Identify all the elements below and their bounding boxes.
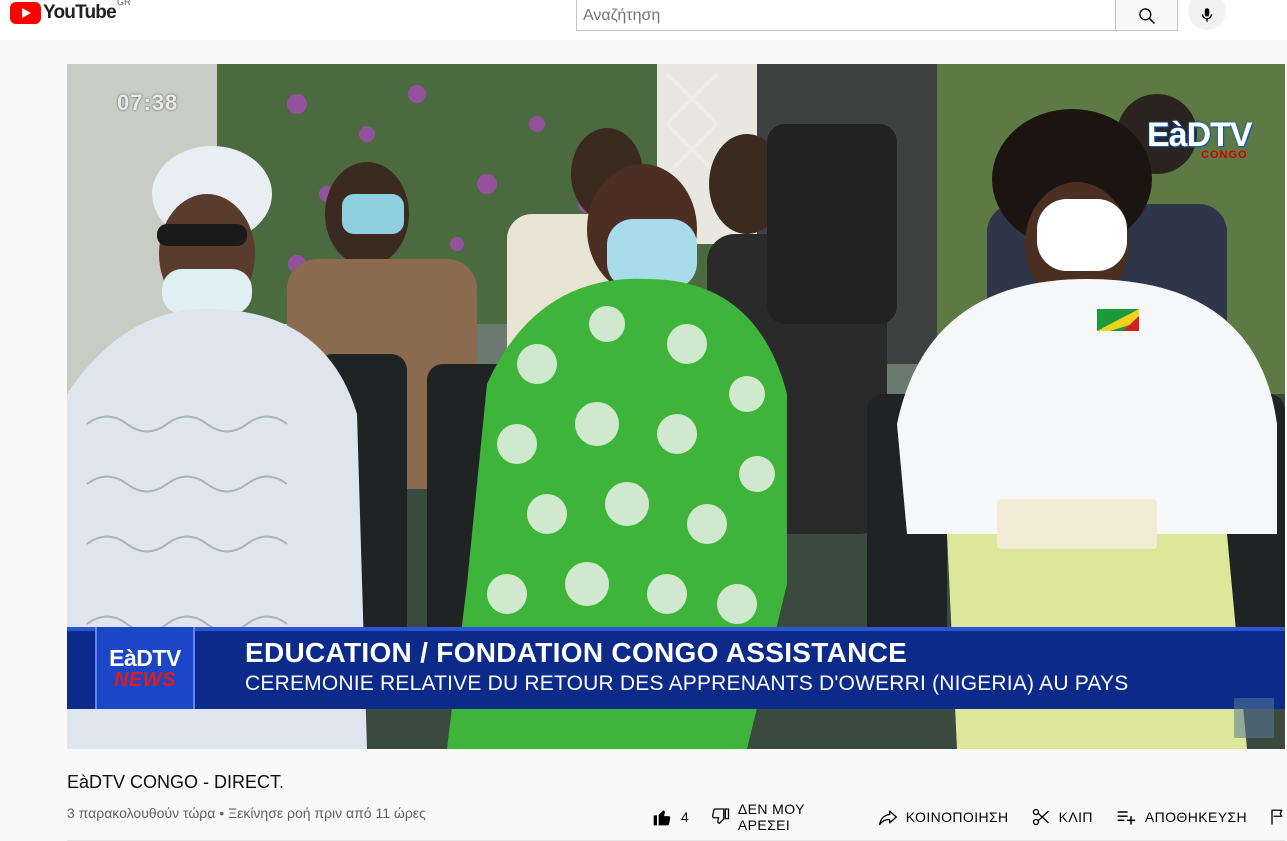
search-box — [576, 0, 1178, 31]
video-actions: 4 ΔΕΝ ΜΟΥ ΑΡΕΣΕΙ ΚΟΙΝΟΠΟΙΗΣΗ ΚΛΙΠ ΑΠΟΘΗΚ… — [652, 801, 1287, 833]
like-count: 4 — [681, 809, 689, 825]
voice-search-button[interactable] — [1188, 0, 1226, 30]
search-input[interactable] — [576, 0, 1115, 31]
news-subheadline: CEREMONIE RELATIVE DU RETOUR DES APPRENA… — [245, 672, 1129, 695]
video-player[interactable]: 07:38 EàDTV CONGO EàDTV NEWS EDUCATION /… — [67, 64, 1285, 749]
channel-branding-icon[interactable] — [1234, 698, 1274, 738]
news-brand-top: EàDTV — [109, 644, 181, 671]
region-code: GR — [117, 0, 131, 7]
thumbs-up-icon — [653, 810, 671, 826]
news-headline: EDUCATION / FONDATION CONGO ASSISTANCE — [245, 637, 908, 668]
dislike-label: ΔΕΝ ΜΟΥ ΑΡΕΣΕΙ — [737, 801, 805, 833]
scissors-icon — [1032, 808, 1049, 826]
video-meta: 3 παρακολουθούν τώρα • Ξεκίνησε ροή πριν… — [67, 805, 426, 821]
flag-icon — [1271, 809, 1283, 825]
youtube-logo[interactable]: YouTube GR — [10, 0, 131, 26]
channel-watermark: EàDTV CONGO — [1147, 116, 1253, 161]
save-label: ΑΠΟΘΗΚΕΥΣΗ — [1144, 809, 1247, 825]
clip-button[interactable]: ΚΛΙΠ — [1031, 807, 1093, 827]
report-button[interactable] — [1269, 807, 1287, 827]
youtube-play-icon — [10, 2, 41, 24]
clip-label: ΚΛΙΠ — [1058, 809, 1093, 825]
like-button[interactable]: 4 — [652, 807, 689, 827]
logo-text: YouTube — [43, 2, 117, 23]
video-timestamp: 07:38 — [117, 90, 179, 115]
thumbs-down-icon — [711, 808, 729, 825]
masthead: YouTube GR — [0, 0, 1287, 40]
dislike-button[interactable]: ΔΕΝ ΜΟΥ ΑΡΕΣΕΙ — [711, 801, 855, 833]
news-lower-third: EàDTV NEWS EDUCATION / FONDATION CONGO A… — [67, 627, 1285, 709]
search-icon — [1138, 7, 1155, 24]
video-title: EàDTV CONGO - DIRECT. — [67, 772, 285, 792]
news-brand-box: EàDTV NEWS — [95, 627, 195, 709]
share-icon — [878, 810, 897, 826]
search-button[interactable] — [1115, 0, 1178, 31]
add-to-playlist-icon — [1117, 811, 1136, 825]
microphone-icon — [1201, 8, 1213, 22]
save-button[interactable]: ΑΠΟΘΗΚΕΥΣΗ — [1115, 807, 1247, 827]
share-button[interactable]: ΚΟΙΝΟΠΟΙΗΣΗ — [877, 807, 1009, 827]
news-brand-bottom: NEWS — [114, 668, 176, 691]
share-label: ΚΟΙΝΟΠΟΙΗΣΗ — [905, 809, 1009, 825]
